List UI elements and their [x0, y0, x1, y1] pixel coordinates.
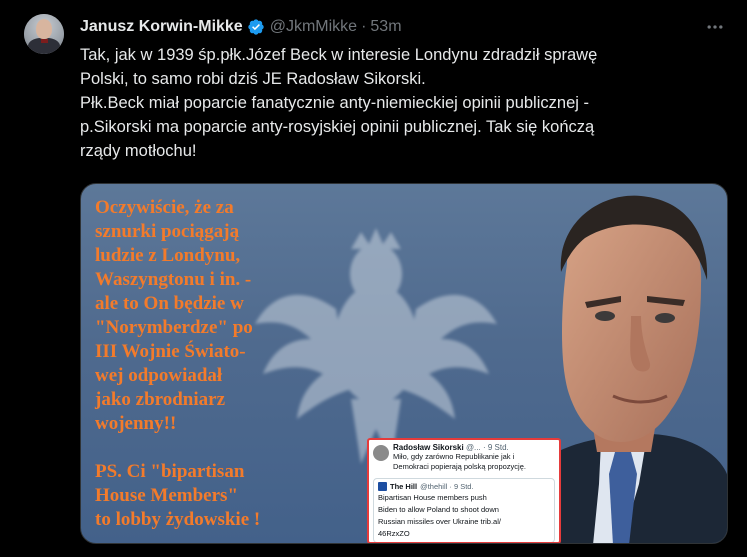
author-handle[interactable]: @JkmMikke: [270, 18, 357, 36]
tweet-line: Polski, to samo robi dziś JE Radosław Si…: [80, 70, 426, 88]
author-avatar[interactable]: [24, 14, 64, 54]
more-options-icon[interactable]: [703, 16, 727, 38]
overlay-line: ludzie z Londynu,: [95, 245, 241, 266]
tweet-line: Tak, jak w 1939 śp.płk.Józef Beck w inte…: [80, 46, 598, 64]
overlay-line: Oczywiście, że za: [95, 197, 234, 218]
overlay-ps-line: PS. Ci "bipartisan: [95, 461, 245, 482]
quoted-text-line: Biden to allow Poland to shoot down: [378, 505, 499, 514]
overlay-ps-line: House Members": [95, 485, 238, 506]
tweet-line: Płk.Beck miał poparcie fanatycznie anty-…: [80, 94, 589, 112]
overlay-line: jako zbrodniarz: [95, 389, 226, 410]
overlay-line: III Wojnie Świato-: [95, 341, 246, 362]
tweet-text: Tak, jak w 1939 śp.płk.Józef Beck w inte…: [80, 43, 720, 163]
overlay-line: sznurki pociągają: [95, 221, 240, 242]
embed-text-line: Demokraci popierają polską propozycję.: [393, 462, 526, 471]
quoted-text-line: 46RzxZO: [378, 529, 410, 538]
overlay-ps-line: to lobby żydowskie !: [95, 509, 261, 530]
tweet-media-image[interactable]: Oczywiście, że za sznurki pociągają ludz…: [80, 183, 728, 544]
the-hill-logo-icon: [378, 482, 387, 491]
embed-text-line: Miło, gdy zarówno Republikanie jak i: [393, 452, 515, 461]
embed-author: Radosław Sikorski: [393, 443, 464, 452]
overlay-caption: Oczywiście, że za sznurki pociągają ludz…: [95, 196, 305, 532]
overlay-line: wojenny!!: [95, 413, 177, 434]
quoted-text-line: Bipartisan House members push: [378, 493, 487, 502]
separator-dot: ·: [361, 18, 367, 35]
overlay-line: "Norymberdze" po: [95, 317, 253, 338]
tweet-header: Janusz Korwin-Mikke @JkmMikke · 53m: [80, 16, 727, 38]
embed-meta: @... · 9 Std.: [465, 443, 509, 452]
embedded-tweet-screenshot: Radosław Sikorski @... · 9 Std. Miło, gd…: [367, 438, 561, 543]
embed-header: Radosław Sikorski @... · 9 Std.: [393, 443, 526, 452]
quoted-meta: @thehill · 9 Std.: [420, 482, 474, 491]
overlay-line: ale to On będzie w: [95, 293, 244, 314]
overlay-line: wej odpowiadał: [95, 365, 223, 386]
quoted-author: The Hill: [390, 482, 418, 491]
tweet-timestamp[interactable]: 53m: [370, 18, 401, 36]
overlay-line: Waszyngtonu i in. -: [95, 269, 252, 290]
embed-avatar: [373, 445, 389, 461]
tweet-line: rządy motłochu!: [80, 142, 197, 160]
embed-quoted-tweet: The Hill @thehill · 9 Std. Bipartisan Ho…: [373, 478, 555, 542]
author-name[interactable]: Janusz Korwin-Mikke: [80, 18, 243, 36]
verified-badge-icon: [248, 19, 264, 35]
tweet-line: p.Sikorski ma poparcie anty-rosyjskiej o…: [80, 118, 595, 136]
quoted-text-line: Russian missiles over Ukraine trib.al/: [378, 517, 501, 526]
